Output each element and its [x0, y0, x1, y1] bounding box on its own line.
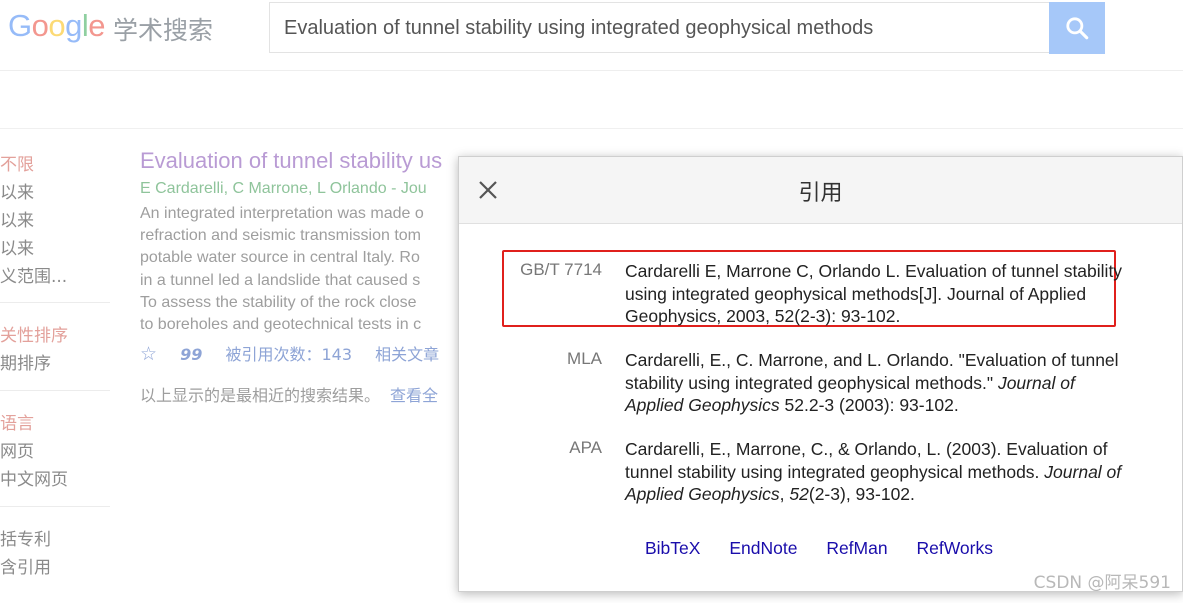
google-logo[interactable]: Google — [8, 8, 106, 44]
citation-style-label: APA — [569, 438, 602, 457]
header: Google 学术搜索 — [0, 0, 1183, 70]
cited-by-link[interactable]: 被引用次数：143 — [226, 345, 353, 364]
notice-text: 以上显示的是最相近的搜索结果。 — [140, 386, 381, 405]
result-snippet-line: refraction and seismic transmission tom — [140, 227, 421, 244]
export-refman-link[interactable]: RefMan — [826, 538, 887, 558]
search-button[interactable] — [1049, 2, 1105, 54]
cite-quote-icon[interactable]: 99 — [180, 345, 202, 364]
toolbar-divider — [0, 128, 1183, 129]
export-links: BibTeX EndNote RefMan RefWorks — [645, 538, 1017, 559]
citation-style-label: GB/T 7714 — [520, 260, 602, 279]
result-snippet-line: potable water source in central Italy. R… — [140, 249, 420, 266]
cite-dialog: 引用 GB/T 7714 Cardarelli E, Marrone C, Or… — [458, 156, 1183, 592]
header-divider — [0, 70, 1183, 71]
citation-sep: , — [779, 484, 790, 504]
result-snippet-line: to boreholes and geotechnical tests in c — [140, 316, 422, 333]
dialog-header: 引用 — [459, 157, 1182, 224]
search-icon — [1066, 17, 1089, 40]
sidebar-include-citations[interactable]: 含引用 — [0, 553, 51, 578]
result-snippet-line: To assess the stability of the rock clos… — [140, 294, 417, 311]
sidebar-divider — [0, 390, 110, 391]
citation-text[interactable]: Cardarelli, E., C. Marrone, and L. Orlan… — [625, 349, 1135, 417]
sidebar-sort-date[interactable]: 期排序 — [0, 349, 51, 374]
sidebar-include-patents[interactable]: 括专利 — [0, 525, 51, 550]
scholar-logo-text: 学术搜索 — [113, 16, 214, 45]
sidebar-time-since-1[interactable]: 以来 — [0, 178, 34, 203]
citation-style-label: MLA — [567, 349, 602, 368]
notice-link[interactable]: 查看全 — [390, 386, 438, 405]
export-endnote-link[interactable]: EndNote — [729, 538, 797, 558]
sidebar-time-custom[interactable]: 义范围... — [0, 262, 67, 287]
citation-text[interactable]: Cardarelli, E., Marrone, C., & Orlando, … — [625, 438, 1135, 506]
sidebar-sort-relevance[interactable]: 关性排序 — [0, 321, 68, 346]
result-snippet-line: in a tunnel led a landslide that caused … — [140, 272, 421, 289]
sidebar-divider — [0, 302, 110, 303]
sidebar-lang-chinese[interactable]: 中文网页 — [0, 465, 68, 490]
result-authors: E Cardarelli, C Marrone, L Orlando - Jou — [140, 180, 427, 197]
sidebar-lang-web[interactable]: 网页 — [0, 437, 34, 462]
watermark: CSDN @阿呆591 — [1033, 573, 1171, 593]
search-input[interactable] — [282, 3, 1046, 54]
journal-volume: 52 — [789, 484, 809, 504]
export-refworks-link[interactable]: RefWorks — [916, 538, 993, 558]
result-actions: ☆ 99 被引用次数：143 相关文章 — [140, 341, 457, 365]
citation-text[interactable]: Cardarelli E, Marrone C, Orlando L. Eval… — [625, 260, 1135, 328]
citation-tail: 52.2-3 (2003): 93-102. — [779, 395, 959, 415]
sidebar-divider — [0, 506, 110, 507]
result-snippet-line: An integrated interpretation was made o — [140, 205, 424, 222]
star-icon[interactable]: ☆ — [140, 343, 157, 365]
result-title[interactable]: Evaluation of tunnel stability us — [140, 148, 442, 174]
export-bibtex-link[interactable]: BibTeX — [645, 538, 700, 558]
citation-tail: (2-3), 93-102. — [808, 484, 915, 504]
notice: 以上显示的是最相近的搜索结果。 查看全 — [140, 382, 438, 406]
citation-body: Cardarelli, E., Marrone, C., & Orlando, … — [625, 439, 1108, 482]
sidebar-time-since-3[interactable]: 以来 — [0, 234, 34, 259]
sidebar-time-any[interactable]: 不限 — [0, 150, 34, 175]
dialog-title: 引用 — [798, 181, 843, 206]
sidebar-time-since-2[interactable]: 以来 — [0, 206, 34, 231]
related-articles-link[interactable]: 相关文章 — [375, 345, 439, 364]
sidebar-lang-any[interactable]: 语言 — [0, 409, 34, 434]
search-box[interactable] — [269, 2, 1049, 54]
